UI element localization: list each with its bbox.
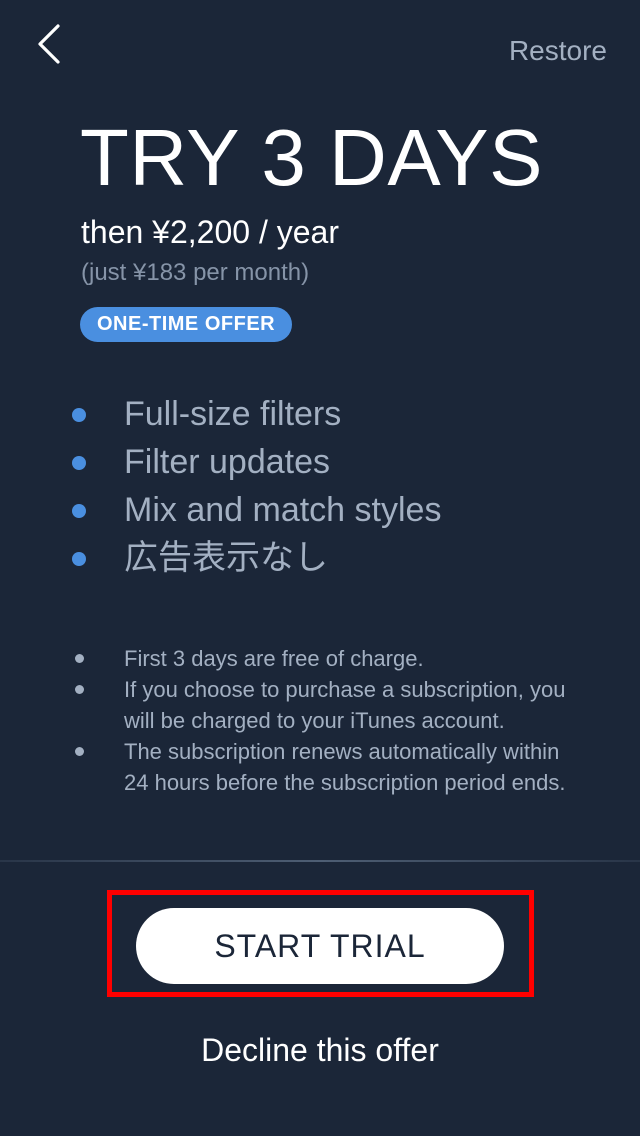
bullet-icon: [75, 747, 84, 756]
term-item: First 3 days are free of charge.: [0, 643, 640, 674]
chevron-left-icon: [38, 24, 60, 64]
page-title: TRY 3 DAYS: [80, 113, 543, 202]
feature-label: Full-size filters: [124, 395, 342, 433]
bullet-icon: [75, 654, 84, 663]
term-item: The subscription renews automatically wi…: [0, 736, 640, 798]
decline-offer-link[interactable]: Decline this offer: [0, 1028, 640, 1072]
feature-item: Filter updates: [0, 438, 640, 486]
bullet-icon: [72, 552, 86, 566]
start-trial-button[interactable]: START TRIAL: [136, 908, 504, 984]
bullet-icon: [75, 685, 84, 694]
back-button[interactable]: [26, 20, 74, 68]
terms-list: First 3 days are free of charge. If you …: [0, 643, 640, 798]
restore-button[interactable]: Restore: [509, 34, 607, 68]
one-time-offer-badge: ONE-TIME OFFER: [80, 307, 293, 342]
feature-item: Mix and match styles: [0, 486, 640, 534]
monthly-price: (just ¥183 per month): [81, 259, 310, 286]
term-text: First 3 days are free of charge.: [124, 646, 424, 671]
feature-label: 広告表示なし: [124, 539, 328, 577]
feature-item: 広告表示なし: [0, 534, 640, 582]
feature-label: Mix and match styles: [124, 491, 442, 529]
divider: [0, 860, 640, 862]
bullet-icon: [72, 408, 86, 422]
bullet-icon: [72, 456, 86, 470]
term-text: If you choose to purchase a subscription…: [124, 677, 566, 733]
term-item: If you choose to purchase a subscription…: [0, 674, 640, 736]
feature-label: Filter updates: [124, 443, 330, 481]
feature-list: Full-size filters Filter updates Mix and…: [0, 390, 640, 582]
term-text: The subscription renews automatically wi…: [124, 739, 566, 795]
yearly-price: then ¥2,200 / year: [81, 214, 339, 250]
feature-item: Full-size filters: [0, 390, 640, 438]
bullet-icon: [72, 504, 86, 518]
